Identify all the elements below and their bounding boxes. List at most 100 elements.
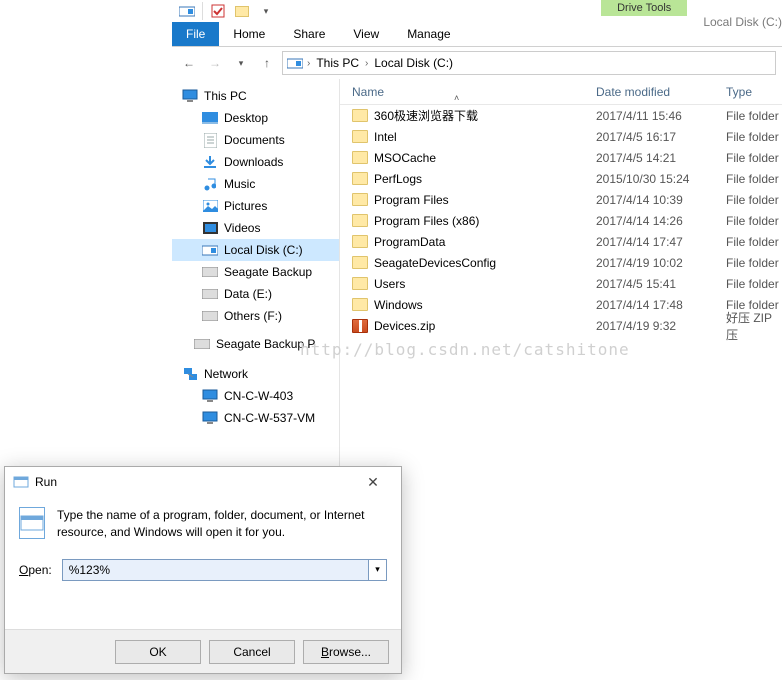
tab-view[interactable]: View bbox=[339, 22, 393, 46]
tree-label: Local Disk (C:) bbox=[224, 243, 303, 257]
tree-label: Documents bbox=[224, 133, 285, 147]
drive-icon bbox=[202, 242, 218, 258]
tree-network-pc-2[interactable]: CN-C-W-537-VM bbox=[172, 407, 339, 429]
tree-seagate-backup[interactable]: Seagate Backup bbox=[172, 261, 339, 283]
navigation-pane[interactable]: This PC Desktop Documents Downloads Musi… bbox=[172, 79, 340, 509]
file-date: 2017/4/5 14:21 bbox=[596, 151, 726, 165]
tree-this-pc[interactable]: This PC bbox=[172, 85, 339, 107]
run-open-combobox[interactable]: ▾ bbox=[62, 559, 387, 581]
run-title-text: Run bbox=[35, 475, 57, 489]
file-row[interactable]: MSOCache2017/4/5 14:21File folder bbox=[340, 147, 782, 168]
file-date: 2015/10/30 15:24 bbox=[596, 172, 726, 186]
breadcrumb-current[interactable]: Local Disk (C:) bbox=[372, 56, 455, 70]
file-row[interactable]: Intel2017/4/5 16:17File folder bbox=[340, 126, 782, 147]
file-name: 360极速浏览器下载 bbox=[374, 107, 478, 124]
nav-back-icon[interactable]: ← bbox=[178, 52, 200, 74]
file-type: File folder bbox=[726, 151, 782, 165]
tab-home[interactable]: Home bbox=[219, 22, 279, 46]
pc-icon bbox=[202, 388, 218, 404]
drive-icon bbox=[287, 57, 303, 69]
pc-icon bbox=[182, 88, 198, 104]
tree-others-f[interactable]: Others (F:) bbox=[172, 305, 339, 327]
column-header-date[interactable]: Date modified bbox=[596, 85, 726, 99]
tree-desktop[interactable]: Desktop bbox=[172, 107, 339, 129]
tree-label: CN-C-W-537-VM bbox=[224, 411, 315, 425]
drive-icon bbox=[176, 1, 198, 21]
column-header-type[interactable]: Type bbox=[726, 85, 782, 99]
file-name: Intel bbox=[374, 130, 397, 144]
chevron-down-icon[interactable]: ▾ bbox=[368, 560, 386, 580]
file-row[interactable]: 360极速浏览器下载2017/4/11 15:46File folder bbox=[340, 105, 782, 126]
tree-pictures[interactable]: Pictures bbox=[172, 195, 339, 217]
nav-recent-icon[interactable]: ▾ bbox=[230, 52, 252, 74]
chevron-right-icon[interactable]: › bbox=[307, 58, 310, 69]
nav-up-icon[interactable]: ↑ bbox=[256, 52, 278, 74]
tree-label: Videos bbox=[224, 221, 260, 235]
sort-ascending-icon: ˄ bbox=[454, 93, 459, 103]
column-header-name[interactable]: Name ˄ bbox=[340, 85, 596, 99]
file-row[interactable]: Windows2017/4/14 17:48File folder bbox=[340, 294, 782, 315]
pc-icon bbox=[202, 410, 218, 426]
file-row[interactable]: Users2017/4/5 15:41File folder bbox=[340, 273, 782, 294]
tree-label: CN-C-W-403 bbox=[224, 389, 293, 403]
file-row[interactable]: ProgramData2017/4/14 17:47File folder bbox=[340, 231, 782, 252]
tree-label: Downloads bbox=[224, 155, 283, 169]
qat-properties-icon[interactable] bbox=[207, 1, 229, 21]
tree-documents[interactable]: Documents bbox=[172, 129, 339, 151]
folder-icon bbox=[352, 109, 368, 122]
browse-button[interactable]: Browse... bbox=[303, 640, 389, 664]
file-date: 2017/4/14 10:39 bbox=[596, 193, 726, 207]
tab-file[interactable]: File bbox=[172, 22, 219, 46]
breadcrumb-this-pc[interactable]: This PC bbox=[314, 56, 361, 70]
file-row[interactable]: PerfLogs2015/10/30 15:24File folder bbox=[340, 168, 782, 189]
tree-label: Others (F:) bbox=[224, 309, 282, 323]
qat-newfolder-icon[interactable] bbox=[231, 1, 253, 21]
file-row[interactable]: SeagateDevicesConfig2017/4/19 10:02File … bbox=[340, 252, 782, 273]
file-row[interactable]: Program Files (x86) 2017/4/14 14:26File f… bbox=[340, 210, 782, 231]
drive-icon bbox=[202, 264, 218, 280]
quick-access-toolbar: ▾ bbox=[172, 0, 601, 22]
file-type: File folder bbox=[726, 277, 782, 291]
tree-downloads[interactable]: Downloads bbox=[172, 151, 339, 173]
tree-videos[interactable]: Videos bbox=[172, 217, 339, 239]
tab-share[interactable]: Share bbox=[279, 22, 339, 46]
address-bar[interactable]: › This PC › Local Disk (C:) bbox=[282, 51, 776, 75]
file-name: Users bbox=[374, 277, 405, 291]
file-name: Program Files (x86) bbox=[374, 214, 479, 228]
music-icon bbox=[202, 176, 218, 192]
tree-local-disk-c[interactable]: Local Disk (C:) bbox=[172, 239, 339, 261]
file-date: 2017/4/14 17:48 bbox=[596, 298, 726, 312]
file-row[interactable]: Devices.zip2017/4/19 9:32好压 ZIP 压 bbox=[340, 315, 782, 336]
nav-forward-icon[interactable]: → bbox=[204, 52, 226, 74]
close-icon[interactable]: ✕ bbox=[353, 474, 393, 491]
file-date: 2017/4/19 10:02 bbox=[596, 256, 726, 270]
watermark-text: http://blog.csdn.net/catshitone bbox=[300, 340, 630, 359]
contextual-tab-area: Drive Tools Local Disk (C:) bbox=[601, 0, 782, 40]
file-name: Devices.zip bbox=[374, 319, 435, 333]
run-titlebar[interactable]: Run ✕ bbox=[5, 467, 401, 497]
separator bbox=[202, 2, 203, 20]
file-type: File folder bbox=[726, 214, 782, 228]
file-list[interactable]: Name ˄ Date modified Type 360极速浏览器下载2017… bbox=[340, 79, 782, 509]
file-date: 2017/4/14 14:26 bbox=[596, 214, 726, 228]
tree-network-pc-1[interactable]: CN-C-W-403 bbox=[172, 385, 339, 407]
cancel-button[interactable]: Cancel bbox=[209, 640, 295, 664]
file-row[interactable]: Program Files2017/4/14 10:39File folder bbox=[340, 189, 782, 210]
window-title-location: Local Disk (C:) bbox=[687, 11, 782, 29]
ribbon-tabs: File Home Share View Manage bbox=[172, 22, 601, 46]
tab-manage[interactable]: Manage bbox=[393, 22, 464, 46]
run-open-input[interactable] bbox=[63, 560, 368, 580]
ok-button[interactable]: OK bbox=[115, 640, 201, 664]
tree-data-e[interactable]: Data (E:) bbox=[172, 283, 339, 305]
file-name: Windows bbox=[374, 298, 423, 312]
chevron-right-icon[interactable]: › bbox=[365, 58, 368, 69]
folder-icon bbox=[352, 298, 368, 311]
contextual-tab-group-label: Drive Tools bbox=[601, 0, 687, 16]
videos-icon bbox=[202, 220, 218, 236]
file-type: File folder bbox=[726, 256, 782, 270]
tree-music[interactable]: Music bbox=[172, 173, 339, 195]
tree-label: Desktop bbox=[224, 111, 268, 125]
tree-network[interactable]: Network bbox=[172, 363, 339, 385]
qat-customize-icon[interactable]: ▾ bbox=[255, 1, 277, 21]
file-date: 2017/4/19 9:32 bbox=[596, 319, 726, 333]
